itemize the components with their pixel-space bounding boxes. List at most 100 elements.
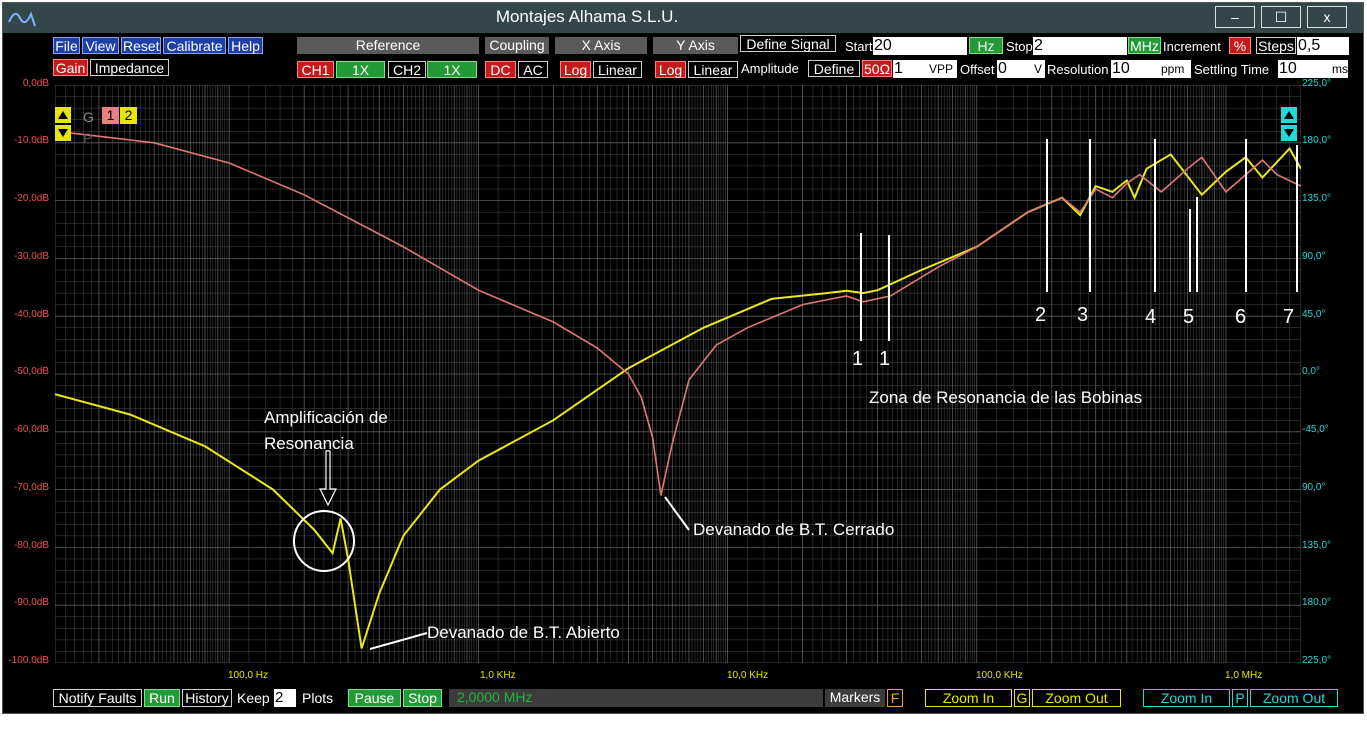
ch2-button[interactable]: CH2 [388, 61, 426, 78]
freq-tick: 100,0 Hz [228, 670, 269, 681]
reset-menu[interactable]: Reset [121, 37, 161, 54]
phase-tick: 90,0° [1302, 251, 1326, 262]
phase-axis-toggle[interactable]: P [1232, 689, 1248, 707]
stop-unit-button[interactable]: MHz [1128, 37, 1161, 54]
phase-zoom-out-button[interactable]: Zoom Out [1250, 689, 1338, 707]
x-axis-label: X Axis [555, 37, 647, 54]
resolution-label: Resolution [1047, 62, 1109, 77]
x-axis-log-button[interactable]: Log [560, 61, 591, 78]
marker-label: 4 [1145, 306, 1157, 328]
y-axis-linear-button[interactable]: Linear [688, 61, 738, 78]
ch1-button[interactable]: CH1 [297, 61, 334, 78]
amplification-annotation: Amplificación de [264, 408, 388, 427]
ch2-scale-button[interactable]: 1X [427, 61, 477, 78]
channel-p-label: P [83, 130, 93, 146]
phase-scale-up-arrow-icon[interactable] [1281, 107, 1297, 123]
phase-tick: 180,0° [1302, 135, 1332, 146]
ch1-scale-button[interactable]: 1X [336, 61, 385, 78]
start-unit-button[interactable]: Hz [969, 37, 1003, 54]
resolution-unit: ppm [1161, 62, 1185, 76]
steps-input[interactable]: 0,5 [1297, 37, 1349, 55]
gain-zoom-out-button[interactable]: Zoom Out [1032, 689, 1121, 707]
minimize-button[interactable]: – [1215, 6, 1255, 28]
resonance-annotation: Resonancia [264, 434, 354, 453]
impedance-mode-button[interactable]: Impedance [90, 59, 169, 76]
keep-label: Keep [237, 690, 270, 706]
offset-unit: V [1034, 62, 1043, 76]
history-button[interactable]: History [182, 689, 232, 707]
start-input[interactable]: 20 [873, 37, 967, 55]
gain-mode-button[interactable]: Gain [53, 59, 88, 76]
impedance-50-ohm-button[interactable]: 50Ω [862, 60, 892, 77]
channel-1-toggle[interactable]: 1 [102, 107, 119, 124]
ac-coupling-button[interactable]: AC [518, 61, 548, 78]
gain-tick: 0,0dB [22, 78, 49, 89]
marker-label: 1 [852, 348, 864, 370]
freq-tick: 100,0 KHz [976, 670, 1023, 681]
gain-zoom-in-button[interactable]: Zoom In [925, 689, 1012, 707]
phase-tick: 135,0° [1302, 540, 1332, 551]
freq-tick: 1,0 MHz [1225, 670, 1263, 681]
pause-button[interactable]: Pause [348, 689, 401, 707]
marker-label: 5 [1183, 306, 1195, 328]
file-menu[interactable]: File [53, 37, 80, 54]
calibrate-menu[interactable]: Calibrate [163, 37, 226, 54]
y-axis-log-button[interactable]: Log [655, 61, 686, 78]
phase-tick: -45,0° [1302, 424, 1329, 435]
gain-tick: -50,0dB [13, 366, 49, 377]
channel-2-toggle[interactable]: 2 [120, 107, 137, 124]
view-menu[interactable]: View [82, 37, 119, 54]
closed-winding-annotation: Devanado de B.T. Cerrado [693, 520, 895, 539]
gain-axis-toggle[interactable]: G [1014, 689, 1030, 707]
steps-button[interactable]: Steps [1256, 37, 1296, 54]
gain-scale-down-arrow-icon[interactable] [55, 125, 71, 141]
marker-label: 7 [1283, 306, 1295, 328]
gain-tick: -30,0dB [13, 251, 49, 262]
marker-label: 1 [879, 348, 891, 370]
reference-label: Reference [297, 37, 479, 54]
phase-scale-down-arrow-icon[interactable] [1281, 125, 1297, 141]
define-signal-button[interactable]: Define Signal [740, 35, 836, 52]
increment-label: Increment [1163, 39, 1221, 54]
gain-tick: -60,0dB [13, 424, 49, 435]
coupling-label: Coupling [485, 37, 549, 54]
increment-percent-button[interactable]: % [1229, 37, 1251, 54]
close-button[interactable]: x [1307, 6, 1347, 28]
title-bar[interactable]: Montajes Alhama S.L.U. – ☐ x [3, 3, 1363, 33]
phase-tick: 225,0° [1302, 655, 1332, 666]
marker-label: 6 [1235, 306, 1247, 328]
resonance-zone-annotation: Zona de Resonancia de las Bobinas [869, 388, 1143, 407]
stop-button[interactable]: Stop [403, 689, 442, 707]
x-axis-linear-button[interactable]: Linear [593, 61, 642, 78]
maximize-button[interactable]: ☐ [1261, 6, 1301, 28]
frequency-status: 2,0000 MHz [449, 689, 823, 707]
gain-tick: -40,0dB [13, 309, 49, 320]
gain-scale-up-arrow-icon[interactable] [55, 107, 71, 123]
marker-label: 2 [1035, 304, 1047, 326]
stop-input[interactable]: 2 [1033, 37, 1127, 55]
dc-coupling-button[interactable]: DC [485, 61, 516, 78]
phase-tick: 225,0° [1302, 78, 1332, 89]
help-menu[interactable]: Help [228, 37, 263, 54]
amplitude-label: Amplitude [741, 61, 799, 76]
offset-label: Offset [960, 62, 995, 77]
keep-plots-input[interactable]: 2 [274, 689, 296, 707]
settling-time-unit: ms [1332, 62, 1348, 76]
stop-label: Stop [1006, 39, 1033, 54]
open-pointer [369, 632, 428, 650]
run-button[interactable]: Run [144, 689, 180, 707]
markers-label: Markers [825, 689, 885, 707]
gain-tick: -100,0dB [8, 655, 49, 666]
plots-label: Plots [302, 690, 334, 706]
amplitude-define-button[interactable]: Define [808, 60, 860, 77]
marker-label: 3 [1077, 304, 1089, 326]
freq-tick: 1,0 KHz [480, 670, 516, 681]
bode-plot[interactable] [55, 85, 1301, 663]
open-winding-annotation: Devanado de B.T. Abierto [427, 623, 620, 642]
phase-tick: 180,0° [1302, 597, 1332, 608]
notify-faults-button[interactable]: Notify Faults [53, 689, 142, 707]
phase-zoom-in-button[interactable]: Zoom In [1143, 689, 1230, 707]
markers-key-button[interactable]: F [887, 689, 903, 707]
gain-tick: -20,0dB [13, 193, 49, 204]
freq-tick: 10,0 KHz [727, 670, 769, 681]
